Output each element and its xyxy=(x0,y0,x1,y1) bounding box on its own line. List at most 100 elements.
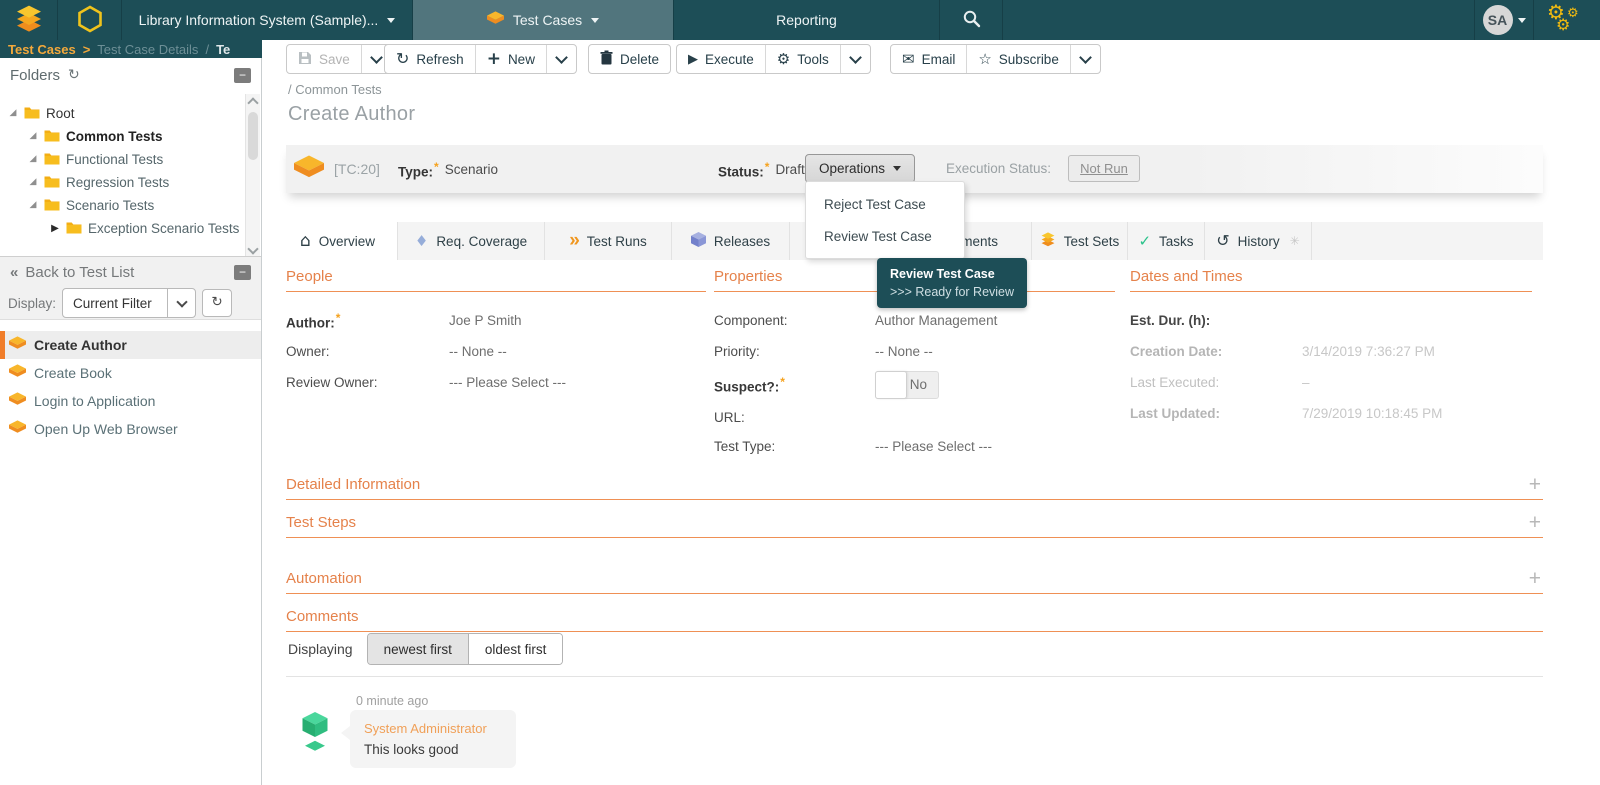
section-test-steps[interactable]: Test Steps + xyxy=(286,514,1543,538)
execute-button[interactable]: ▶ Execute xyxy=(677,45,766,73)
breadcrumb-section[interactable]: Test Cases xyxy=(8,42,76,57)
field-label: Last Updated: xyxy=(1130,406,1302,421)
tree-item-root[interactable]: ◢ Root xyxy=(0,102,244,125)
field-label: Author: xyxy=(286,311,449,331)
status-label: Status: xyxy=(718,160,769,180)
menu-item-reject-test-case[interactable]: Reject Test Case xyxy=(806,188,964,220)
tab-req-coverage[interactable]: ♦ Req. Coverage xyxy=(398,222,545,260)
tab-overview[interactable]: ⌂ Overview xyxy=(278,222,398,260)
tree-item-scenario-tests[interactable]: ◢ Scenario Tests xyxy=(0,194,244,217)
nav-test-cases[interactable]: Test Cases xyxy=(412,0,673,40)
field-value[interactable]: --- Please Select --- xyxy=(875,439,992,454)
menu-item-review-test-case[interactable]: Review Test Case xyxy=(806,220,964,252)
tree-item-regression-tests[interactable]: ◢ Regression Tests xyxy=(0,171,244,194)
new-menu-button[interactable] xyxy=(547,45,576,73)
tab-releases[interactable]: Releases xyxy=(672,222,790,260)
expand-plus-icon[interactable]: + xyxy=(1529,511,1541,535)
section-automation[interactable]: Automation + xyxy=(286,570,1543,594)
tree-scrollbar[interactable] xyxy=(245,94,260,256)
sort-oldest-button[interactable]: oldest first xyxy=(469,634,563,664)
subscribe-menu-button[interactable] xyxy=(1071,45,1100,73)
section-comments[interactable]: Comments xyxy=(286,608,1543,632)
test-runs-icon: » xyxy=(569,230,579,252)
refresh-icon: ↻ xyxy=(211,296,222,310)
sort-newest-button[interactable]: newest first xyxy=(368,634,469,664)
folder-path[interactable]: / Common Tests xyxy=(288,82,382,97)
field-value[interactable]: -- None -- xyxy=(875,344,933,359)
workspace-logo-button[interactable] xyxy=(57,0,121,40)
tab-history[interactable]: ↺ History ✳ xyxy=(1205,222,1312,260)
collapse-panel-button[interactable]: − xyxy=(234,265,251,280)
section-title: People xyxy=(286,268,706,292)
refresh-list-button[interactable]: ↻ xyxy=(202,289,232,317)
tab-test-runs[interactable]: » Test Runs xyxy=(545,222,672,260)
home-icon: ⌂ xyxy=(300,233,311,250)
search-button[interactable] xyxy=(939,0,1002,40)
new-button[interactable]: + New xyxy=(476,45,547,73)
refresh-icon: ↻ xyxy=(396,51,409,67)
delete-button[interactable]: Delete xyxy=(589,45,670,73)
refresh-button[interactable]: ↻ Refresh xyxy=(385,45,476,73)
admin-settings-button[interactable]: ⚙ ⚙ ⚙ xyxy=(1533,0,1600,40)
tools-menu-button[interactable] xyxy=(841,45,870,73)
type-value[interactable]: Scenario xyxy=(445,162,498,177)
folders-panel-header: Folders ↻ − xyxy=(0,58,261,92)
field-value[interactable]: Joe P Smith xyxy=(449,313,522,328)
list-item-create-book[interactable]: Create Book xyxy=(0,359,261,387)
section-detailed-information[interactable]: Detailed Information + xyxy=(286,476,1543,500)
expand-plus-icon[interactable]: + xyxy=(1529,473,1541,497)
list-item-label: Create Author xyxy=(34,337,127,353)
expander-icon[interactable]: ◢ xyxy=(28,155,38,164)
search-icon xyxy=(962,9,981,31)
app-logo-button[interactable] xyxy=(0,0,57,40)
save-button[interactable]: Save xyxy=(287,45,362,73)
list-item-open-up-web-browser[interactable]: Open Up Web Browser xyxy=(0,415,261,443)
scroll-down-icon[interactable] xyxy=(247,243,258,254)
tree-item-exception-scenario-tests[interactable]: ▶ Exception Scenario Tests xyxy=(0,217,244,240)
back-to-test-list-label: Back to Test List xyxy=(25,264,134,281)
tab-test-sets[interactable]: Test Sets xyxy=(1032,222,1128,260)
section-people: People Author: Joe P Smith Owner: -- Non… xyxy=(286,268,706,398)
expander-icon[interactable]: ◢ xyxy=(8,109,18,118)
field-value[interactable]: -- None -- xyxy=(449,344,507,359)
field-value[interactable]: --- Please Select --- xyxy=(449,375,566,390)
email-button[interactable]: ✉ Email xyxy=(891,45,967,73)
nav-reporting[interactable]: Reporting xyxy=(673,0,939,40)
refresh-icon[interactable]: ↻ xyxy=(68,68,80,82)
expander-icon[interactable]: ◢ xyxy=(28,132,38,141)
breadcrumb-clipped: Te xyxy=(216,42,230,57)
avatar: SA xyxy=(1483,5,1513,35)
tree-item-common-tests[interactable]: ◢ Common Tests xyxy=(0,125,244,148)
test-case-diamond-icon xyxy=(9,420,26,438)
expand-plus-icon[interactable]: + xyxy=(1529,567,1541,591)
scrollbar-thumb[interactable] xyxy=(248,112,258,160)
expander-icon[interactable]: ▶ xyxy=(50,224,60,234)
chevron-down-icon xyxy=(591,18,599,23)
folder-icon xyxy=(66,221,82,237)
field-value[interactable]: Author Management xyxy=(875,313,997,328)
floppy-icon xyxy=(298,51,312,68)
user-menu[interactable]: SA xyxy=(1474,0,1533,40)
back-to-test-list[interactable]: « Back to Test List − xyxy=(0,257,261,287)
list-item-create-author[interactable]: Create Author xyxy=(0,331,261,359)
subscribe-button[interactable]: ☆ Subscribe xyxy=(967,45,1071,73)
operations-button[interactable]: Operations xyxy=(805,154,915,183)
collapse-panel-button[interactable]: − xyxy=(234,68,251,83)
expander-icon[interactable]: ◢ xyxy=(28,178,38,187)
execution-status-badge[interactable]: Not Run xyxy=(1068,155,1140,182)
tools-button[interactable]: ⚙ Tools xyxy=(766,45,841,73)
tab-tasks[interactable]: ✓ Tasks xyxy=(1128,222,1205,260)
field-last-updated: Last Updated: 7/29/2019 10:18:45 PM xyxy=(1130,398,1532,429)
product-menu[interactable]: Library Information System (Sample)... xyxy=(121,0,412,40)
loading-asterisk-icon: ✳ xyxy=(1290,235,1300,247)
expander-icon[interactable]: ◢ xyxy=(28,201,38,210)
breadcrumb-page[interactable]: Test Case Details xyxy=(97,42,198,57)
list-item-login-to-application[interactable]: Login to Application xyxy=(0,387,261,415)
scroll-up-icon[interactable] xyxy=(247,97,258,108)
suspect-toggle[interactable]: No xyxy=(875,371,939,399)
comment-timestamp: 0 minute ago xyxy=(356,694,428,708)
comment-author[interactable]: System Administrator xyxy=(364,721,502,736)
folder-icon xyxy=(44,152,60,168)
tree-item-functional-tests[interactable]: ◢ Functional Tests xyxy=(0,148,244,171)
display-filter-select[interactable]: Current Filter xyxy=(62,288,196,318)
